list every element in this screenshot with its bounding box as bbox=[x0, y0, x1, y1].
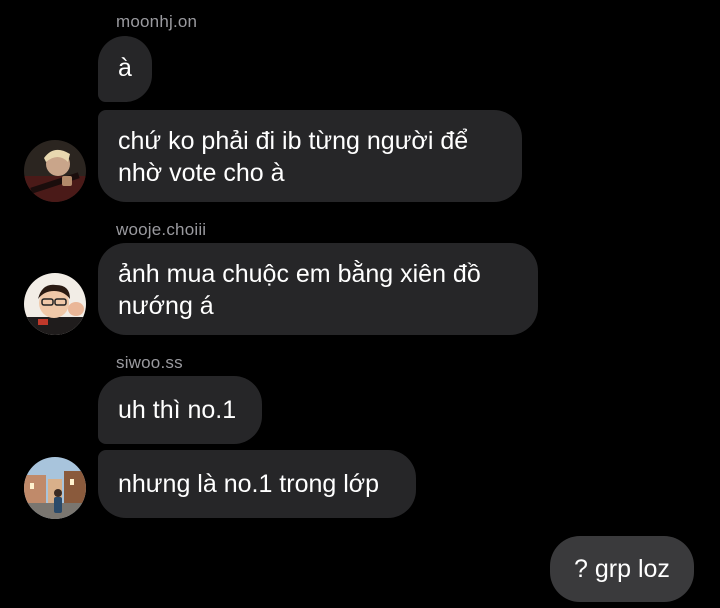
message-text: à bbox=[118, 54, 132, 82]
avatar-wooje-icon[interactable] bbox=[24, 273, 86, 335]
sender-name[interactable]: wooje.choiii bbox=[116, 220, 206, 240]
message-text: nhưng là no.1 trong lớp bbox=[118, 470, 380, 498]
message-text: nướng á bbox=[118, 292, 214, 320]
message-text: ? grp loz bbox=[574, 555, 670, 583]
message-bubble[interactable]: à bbox=[98, 36, 152, 102]
avatar-siwoo-icon[interactable] bbox=[24, 457, 86, 519]
message-text: nhờ vote cho à bbox=[118, 159, 285, 187]
message-bubble[interactable]: chứ ko phải đi ib từng người để nhờ vote… bbox=[98, 110, 522, 202]
message-text: uh thì no.1 bbox=[118, 396, 237, 424]
message-bubble[interactable]: ảnh mua chuộc em bằng xiên đồ nướng á bbox=[98, 243, 538, 335]
message-text: chứ ko phải đi ib từng người để bbox=[118, 127, 469, 155]
message-bubble[interactable]: nhưng là no.1 trong lớp bbox=[98, 450, 416, 518]
sender-name[interactable]: moonhj.on bbox=[116, 12, 197, 32]
avatar-moonhj-icon[interactable] bbox=[24, 140, 86, 202]
message-bubble[interactable]: uh thì no.1 bbox=[98, 376, 262, 444]
sender-name[interactable]: siwoo.ss bbox=[116, 353, 183, 373]
message-text: ảnh mua chuộc em bằng xiên đồ bbox=[118, 260, 481, 288]
outgoing-message-bubble[interactable]: ? grp loz bbox=[550, 536, 694, 602]
